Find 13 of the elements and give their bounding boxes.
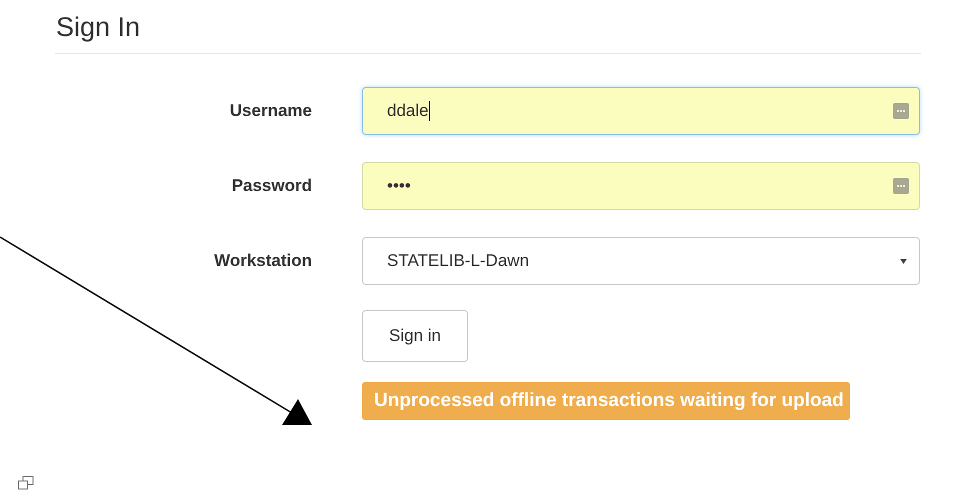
warning-label: Unprocessed offline transactions waiting for upload: [362, 382, 850, 420]
window-restore-icon[interactable]: [18, 476, 34, 490]
password-manager-icon[interactable]: [893, 178, 909, 194]
caret-icon: [900, 258, 907, 264]
password-manager-icon[interactable]: [893, 103, 909, 119]
input-field[interactable]: ••••: [362, 162, 920, 210]
field-label: Workstation: [213, 251, 312, 271]
workstation-dropdown[interactable]: STATELIB-L-Dawn: [362, 237, 920, 285]
page-title: Sign In: [55, 12, 921, 54]
sign-in-button[interactable]: Sign in: [362, 310, 468, 362]
field-label: Password: [230, 176, 312, 196]
field-label: Username: [228, 101, 312, 121]
input-field[interactable]: ddale: [362, 87, 920, 135]
